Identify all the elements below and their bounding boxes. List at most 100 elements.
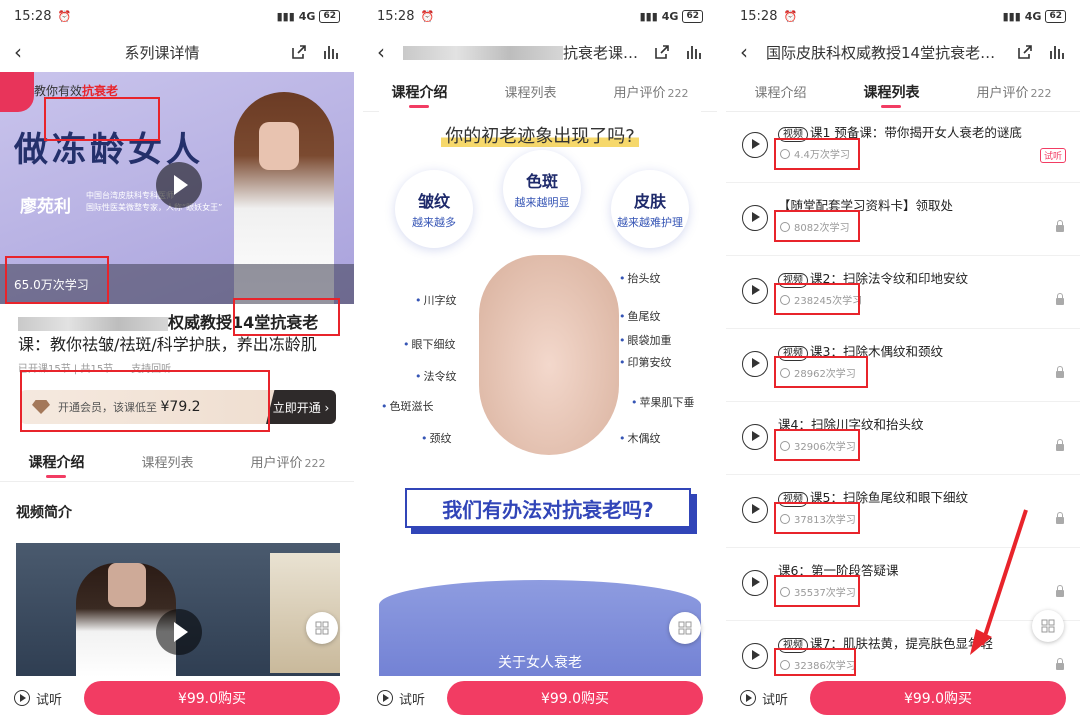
play-icon[interactable]: [156, 162, 202, 208]
annotation-arrow: [970, 509, 1028, 655]
face-label: 眼下细纹: [403, 336, 456, 352]
page-title: 抗衰老课：...: [397, 42, 653, 63]
tab-intro[interactable]: 课程介绍: [754, 74, 806, 109]
play-icon[interactable]: [156, 609, 202, 655]
play-icon[interactable]: [742, 351, 768, 377]
grid-menu-icon[interactable]: [306, 612, 338, 644]
tab-intro[interactable]: 课程介绍: [391, 74, 447, 110]
face-label: 苹果肌下垂: [631, 394, 695, 410]
trial-button[interactable]: 试听: [14, 689, 84, 708]
share-icon[interactable]: [290, 43, 308, 61]
face-label: 川字纹: [415, 292, 457, 308]
trial-button[interactable]: 试听: [377, 689, 447, 708]
trial-button[interactable]: 试听: [740, 689, 810, 708]
symptom-bubble: 皮肤 越来越难护理: [611, 170, 689, 248]
face-label: 抬头纹: [619, 270, 661, 286]
tab-list[interactable]: 课程列表: [141, 444, 193, 479]
play-icon[interactable]: [742, 424, 768, 450]
network-type: 4G: [661, 9, 679, 23]
annotation-box: [233, 298, 340, 336]
tab-list[interactable]: 课程列表: [863, 74, 919, 110]
play-icon: [377, 690, 393, 706]
tab-reviews[interactable]: 用户评价 222: [250, 444, 325, 479]
tab-bar: 课程介绍 课程列表 用户评价 222: [0, 442, 354, 482]
play-icon[interactable]: [742, 570, 768, 596]
back-button[interactable]: ‹: [377, 40, 397, 64]
section-title: 视频简介: [16, 505, 72, 521]
face-label: 印第安纹: [619, 354, 672, 370]
bottom-bar: 试听 ¥99.0购买: [0, 676, 354, 720]
course-intro-screen: 15:28 ⏰ ▮▮▮ 4G 62 ‹ 抗衰老课：... 课程介绍 课程列表 用…: [363, 0, 717, 720]
network-type: 4G: [298, 9, 316, 23]
nav-bar: ‹ 系列课详情: [0, 32, 354, 72]
poster-question: 你的初老迹象出现了吗?: [379, 122, 701, 148]
course-list-screen: 15:28 ⏰ ▮▮▮ 4G 62 ‹ 国际皮肤科权威教授14堂抗衰老课：...…: [726, 0, 1080, 720]
face-label: 木偶纹: [619, 430, 661, 446]
play-icon: [14, 690, 30, 706]
stats-icon[interactable]: [685, 43, 703, 61]
symptom-bubble: 皱纹 越来越多: [395, 170, 473, 248]
face-label: 眼袋加重: [619, 332, 672, 348]
battery-icon: 62: [1045, 9, 1066, 23]
buy-button[interactable]: ¥99.0购买: [447, 681, 703, 715]
stats-icon[interactable]: [1048, 43, 1066, 61]
status-indicators: ▮▮▮ 4G 62: [276, 9, 340, 23]
share-icon[interactable]: [1016, 43, 1034, 61]
back-button[interactable]: ‹: [14, 40, 34, 64]
play-icon[interactable]: [742, 497, 768, 523]
lock-icon: [1056, 220, 1064, 232]
banner-author: 廖苑利: [20, 197, 71, 217]
play-icon[interactable]: [742, 643, 768, 669]
play-icon[interactable]: [742, 132, 768, 158]
lock-icon: [1056, 512, 1064, 524]
annotation-box: [774, 502, 860, 534]
intro-video[interactable]: [16, 543, 340, 677]
lock-icon: [1056, 658, 1064, 670]
battery-icon: 62: [682, 9, 703, 23]
lock-icon: [1056, 585, 1064, 597]
nav-bar: ‹ 国际皮肤科权威教授14堂抗衰老课：...: [726, 32, 1080, 72]
tab-list[interactable]: 课程列表: [504, 74, 556, 109]
tab-reviews[interactable]: 用户评价 222: [976, 74, 1051, 109]
annotation-box: [5, 256, 109, 304]
signal-icon: ▮▮▮: [639, 9, 658, 23]
brand-logo: [0, 72, 34, 112]
tab-intro[interactable]: 课程介绍: [28, 444, 84, 480]
share-icon[interactable]: [653, 43, 671, 61]
poster-question-2: 我们有办法对抗衰老吗?: [405, 488, 691, 528]
status-time: 15:28: [740, 8, 778, 24]
trial-tag[interactable]: 试听: [1039, 148, 1066, 163]
banner-author-desc: 中国台湾皮肤科专科医师 国际性医美微整专家，人称“眼妖女王”: [86, 191, 223, 212]
bottom-bar: 试听 ¥99.0购买: [726, 676, 1080, 720]
lock-icon: [1056, 293, 1064, 305]
grid-menu-icon[interactable]: [1032, 610, 1064, 642]
annotation-box: [20, 370, 270, 432]
buy-button[interactable]: ¥99.0购买: [810, 681, 1066, 715]
face-label: 颈纹: [421, 430, 452, 446]
grid-menu-icon[interactable]: [669, 612, 701, 644]
annotation-box: [44, 97, 160, 141]
buy-button[interactable]: ¥99.0购买: [84, 681, 340, 715]
annotation-box: [774, 138, 860, 170]
vip-open-button[interactable]: 立即开通 ›: [266, 390, 336, 424]
annotation-box: [774, 210, 860, 242]
back-button[interactable]: ‹: [740, 40, 760, 64]
hair-illustration: [459, 245, 639, 345]
tab-bar: 课程介绍 课程列表 用户评价 222: [726, 72, 1080, 112]
bottom-bar: 试听 ¥99.0购买: [363, 676, 717, 720]
tab-reviews[interactable]: 用户评价 222: [613, 74, 688, 109]
status-indicators: ▮▮▮ 4G 62: [1003, 9, 1066, 23]
stats-icon[interactable]: [322, 43, 340, 61]
blurred-text: [403, 46, 563, 60]
course-detail-screen: 15:28 ⏰ ▮▮▮ 4G 62 ‹ 系列课详情 教你有效抗衰老 做冻龄女人 …: [0, 0, 354, 720]
alarm-icon: ⏰: [783, 9, 798, 23]
status-bar: 15:28 ⏰ ▮▮▮ 4G 62: [726, 0, 1080, 32]
signal-icon: ▮▮▮: [276, 9, 295, 23]
status-bar: 15:28 ⏰ ▮▮▮ 4G 62: [0, 0, 354, 32]
status-bar: 15:28 ⏰ ▮▮▮ 4G 62: [363, 0, 717, 32]
page-title: 系列课详情: [124, 43, 200, 62]
play-icon[interactable]: [742, 278, 768, 304]
play-icon[interactable]: [742, 205, 768, 231]
nav-bar: ‹ 抗衰老课：...: [363, 32, 717, 72]
tab-bar: 课程介绍 课程列表 用户评价 222: [363, 72, 717, 112]
